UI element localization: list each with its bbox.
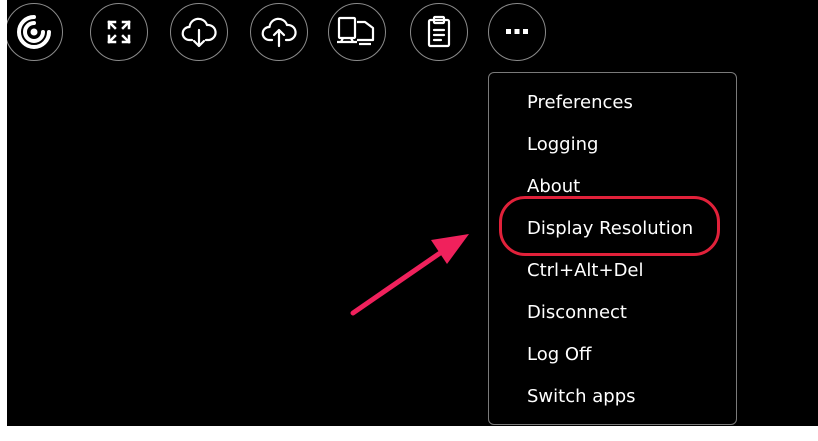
annotation-arrow-icon <box>350 234 469 316</box>
remote-session-screen: Preferences Logging About Display Resolu… <box>7 0 818 426</box>
